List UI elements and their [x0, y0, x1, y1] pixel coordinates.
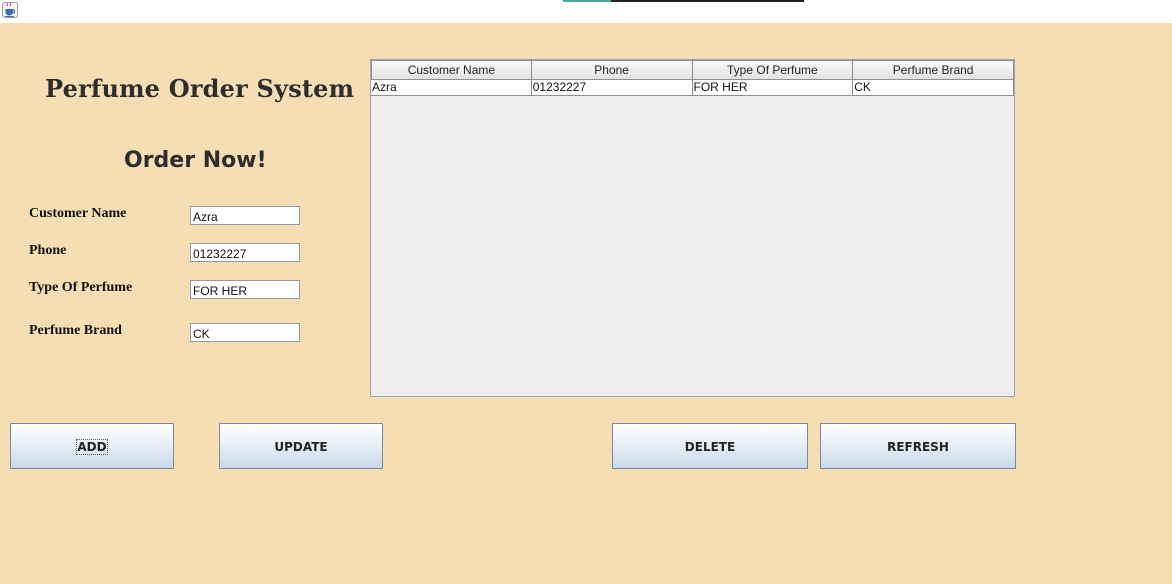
table-header: Customer Name Phone Type Of Perfume Perf… — [371, 60, 1014, 80]
table-cell-phone[interactable]: 01232227 — [531, 80, 693, 96]
column-header-customer-name[interactable]: Customer Name — [371, 60, 532, 80]
app-title: Perfume Order System — [45, 74, 355, 103]
table-cell-perfume-brand[interactable]: CK — [853, 80, 1014, 96]
type-of-perfume-label: Type Of Perfume — [29, 280, 133, 295]
orders-table[interactable]: Customer Name Phone Type Of Perfume Perf… — [370, 59, 1015, 397]
column-header-type-of-perfume[interactable]: Type Of Perfume — [692, 60, 854, 80]
table-row[interactable]: Azra 01232227 FOR HER CK — [371, 80, 1014, 96]
phone-field[interactable] — [190, 243, 300, 262]
column-header-phone[interactable]: Phone — [531, 60, 693, 80]
java-coffee-icon[interactable] — [2, 2, 18, 18]
table-cell-type-of-perfume[interactable]: FOR HER — [692, 80, 854, 96]
delete-button[interactable]: DELETE — [612, 423, 808, 469]
refresh-button-label: REFRESH — [887, 439, 949, 454]
delete-button-label: DELETE — [684, 439, 736, 454]
app-content: Perfume Order System Order Now! Customer… — [0, 23, 1172, 584]
add-button[interactable]: ADD — [10, 423, 174, 469]
update-button[interactable]: UPDATE — [219, 423, 383, 469]
window-titlebar — [0, 0, 1172, 23]
customer-name-field[interactable] — [190, 206, 300, 225]
refresh-button[interactable]: REFRESH — [820, 423, 1016, 469]
order-now-heading: Order Now! — [124, 148, 267, 173]
customer-name-label: Customer Name — [29, 206, 127, 221]
update-button-label: UPDATE — [274, 439, 328, 454]
phone-label: Phone — [29, 243, 67, 258]
add-button-label: ADD — [76, 438, 108, 455]
perfume-brand-field[interactable] — [190, 323, 300, 342]
column-header-perfume-brand[interactable]: Perfume Brand — [853, 60, 1014, 80]
perfume-brand-label: Perfume Brand — [29, 323, 122, 338]
title-decoration — [563, 0, 804, 2]
table-cell-customer-name[interactable]: Azra — [371, 80, 532, 96]
type-of-perfume-field[interactable] — [190, 280, 300, 299]
